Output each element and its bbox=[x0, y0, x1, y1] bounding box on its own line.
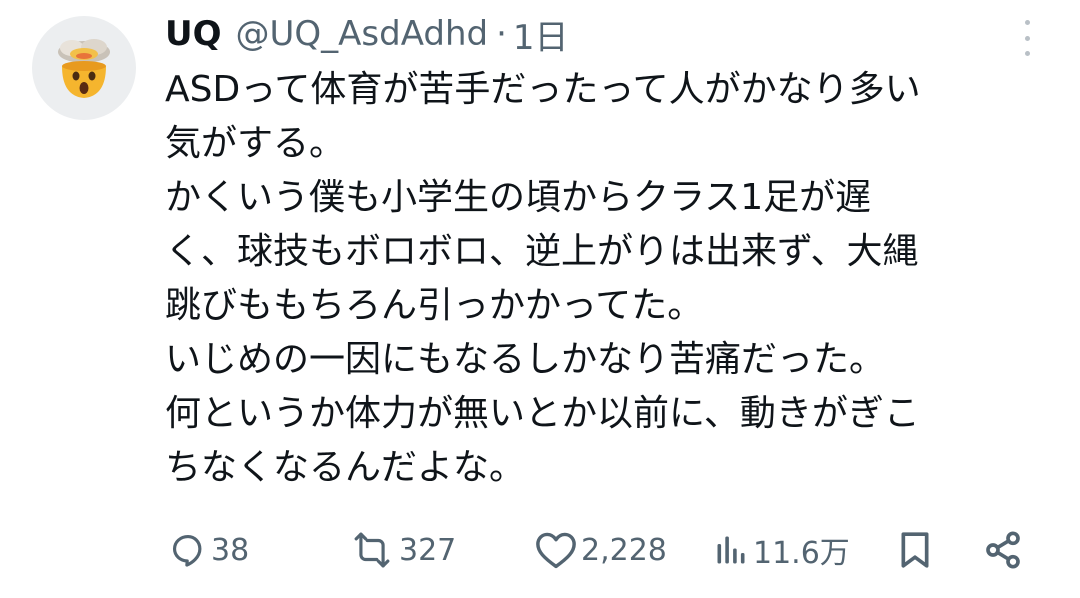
share-button[interactable] bbox=[983, 522, 1023, 578]
timestamp[interactable]: 1日 bbox=[513, 10, 569, 59]
ellipsis-dot bbox=[1024, 51, 1030, 56]
like-count: 2,228 bbox=[581, 532, 667, 568]
tweet-text-line: ちなくなるんだよな。 bbox=[165, 447, 526, 488]
tweet-text-line: く、球技もボロボロ、逆上がりは出来ず、大縄 bbox=[165, 231, 919, 272]
share-icon bbox=[986, 531, 1020, 569]
author-handle[interactable]: @UQ_AsdAdhd bbox=[236, 14, 489, 54]
bookmark-button[interactable] bbox=[895, 522, 935, 578]
vertical-ellipsis-icon bbox=[1024, 20, 1030, 25]
exploding-head-emoji-icon bbox=[58, 39, 110, 98]
tweet-text-line: 何というか体力が無いとか以前に、動きがぎこ bbox=[165, 393, 920, 434]
views-button[interactable]: 11.6万 bbox=[713, 522, 850, 578]
tweet-text-line: ASDって体育が苦手だったって人がかなり多い bbox=[165, 69, 921, 110]
heart-icon bbox=[536, 532, 576, 569]
tweet-text-line: 跳びももちろん引っかかってた。 bbox=[165, 285, 704, 326]
bookmark-icon bbox=[901, 532, 929, 568]
separator-dot: · bbox=[496, 14, 507, 54]
views-count: 11.6万 bbox=[753, 536, 850, 571]
tweet-header: UQ @UQ_AsdAdhd · 1日 bbox=[165, 8, 569, 60]
reply-icon bbox=[172, 534, 202, 567]
more-options-button[interactable] bbox=[1012, 16, 1042, 60]
tweet: UQ @UQ_AsdAdhd · 1日 ASDって体育が苦手だったって人がかなり… bbox=[0, 0, 1080, 598]
reply-button[interactable]: 38 bbox=[169, 522, 249, 578]
action-bar: 38 327 2,228 11.6万 bbox=[165, 522, 1035, 578]
tweet-text-line: いじめの一因にもなるしかなり苦痛だった。 bbox=[165, 339, 886, 380]
reply-count: 38 bbox=[211, 532, 250, 568]
tweet-text: ASDって体育が苦手だったって人がかなり多い 気がする。 かくいう僕も小学生の頃… bbox=[165, 63, 1055, 495]
avatar[interactable] bbox=[32, 16, 136, 120]
author-name[interactable]: UQ bbox=[165, 14, 222, 54]
views-chart-icon bbox=[717, 536, 745, 564]
like-button[interactable]: 2,228 bbox=[535, 522, 667, 578]
tweet-text-line: 気がする。 bbox=[165, 123, 346, 164]
retweet-count: 327 bbox=[399, 532, 457, 568]
retweet-icon bbox=[354, 532, 390, 568]
retweet-button[interactable]: 327 bbox=[349, 522, 456, 578]
ellipsis-dot bbox=[1024, 35, 1030, 41]
tweet-text-line: かくいう僕も小学生の頃からクラス1足が遅 bbox=[165, 177, 872, 218]
